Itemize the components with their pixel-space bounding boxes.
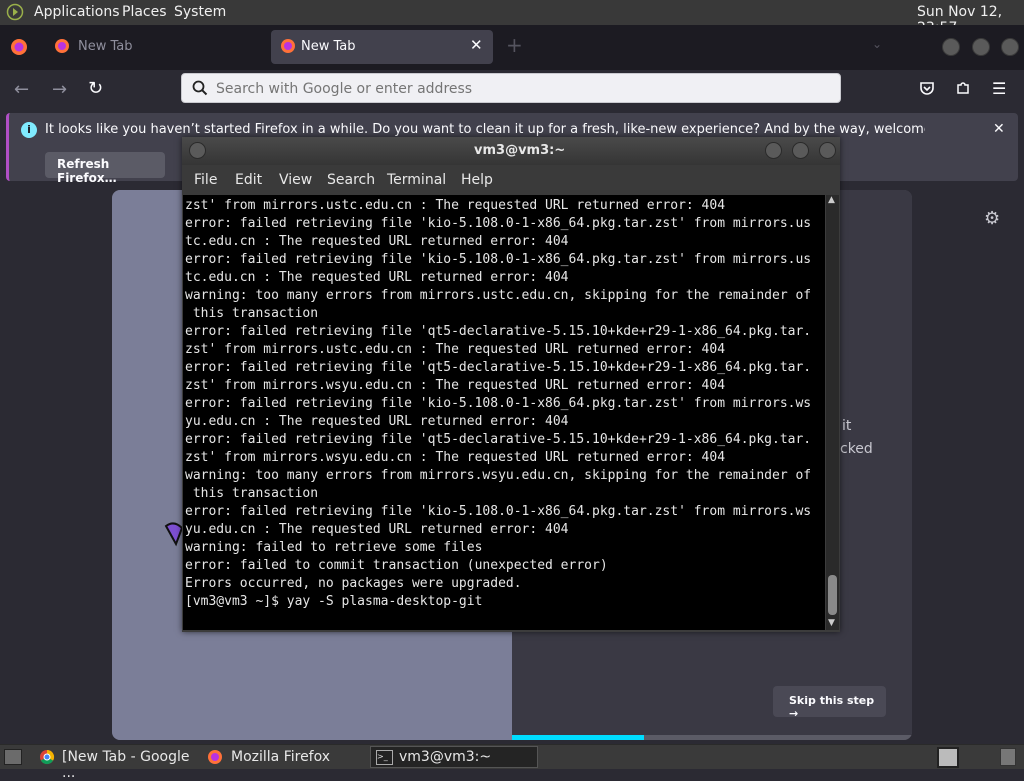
gnome-foot-icon[interactable] (6, 3, 24, 21)
new-tab-plus-icon[interactable]: + (506, 33, 523, 57)
info-icon: i (21, 122, 37, 138)
menu-file[interactable]: File (194, 172, 217, 188)
terminal-icon: >_ (376, 750, 393, 765)
terminal-line: error: failed retrieving file 'kio-5.108… (185, 216, 812, 231)
skip-label: Skip this step → (789, 694, 875, 720)
terminal-line: error: failed to commit transaction (une… (185, 558, 608, 573)
maximize-window-icon[interactable] (972, 38, 990, 56)
terminal-line: tc.edu.cn : The requested URL returned e… (185, 234, 569, 249)
tab-new-tab-inactive[interactable]: New Tab (44, 30, 268, 64)
chrome-icon (39, 749, 55, 765)
firefox-icon (54, 38, 70, 54)
terminal-line: error: failed retrieving file 'qt5-decla… (185, 360, 812, 375)
taskbar-item-chrome[interactable]: [New Tab - Google ... (34, 746, 204, 781)
terminal-line: error: failed retrieving file 'qt5-decla… (185, 324, 812, 339)
taskbar-item-firefox[interactable]: Mozilla Firefox (204, 746, 370, 768)
welcome-text-fragment: cked (840, 441, 873, 457)
menu-search[interactable]: Search (327, 172, 375, 188)
terminal-line: this transaction (185, 486, 319, 501)
minimize-window-icon[interactable] (765, 142, 782, 159)
terminal-line: zst' from mirrors.ustc.edu.cn : The requ… (185, 198, 726, 213)
terminal-line: zst' from mirrors.wsyu.edu.cn : The requ… (185, 378, 726, 393)
scroll-down-arrow-icon[interactable]: ▼ (828, 618, 835, 628)
terminal-title: vm3@vm3:~ (474, 143, 566, 158)
refresh-firefox-label: Refresh Firefox… (57, 157, 117, 185)
menu-terminal[interactable]: Terminal (387, 172, 446, 188)
terminal-line: Errors occurred, no packages were upgrad… (185, 576, 522, 591)
terminal-line: [vm3@vm3 ~]$ yay -S plasma-desktop-git (185, 594, 483, 609)
top-panel: Applications Places System Sun Nov 12, 2… (0, 0, 1024, 36)
system-menu[interactable]: System (174, 4, 226, 20)
terminal-line: error: failed retrieving file 'kio-5.108… (185, 252, 812, 267)
progress-track (512, 735, 912, 740)
terminal-line: error: failed retrieving file 'kio-5.108… (185, 504, 812, 519)
firefox-icon (280, 38, 296, 54)
search-icon (192, 80, 208, 96)
menu-edit[interactable]: Edit (235, 172, 262, 188)
taskbar-item-terminal[interactable]: >_ vm3@vm3:~ (370, 746, 538, 768)
trash-icon[interactable] (1000, 748, 1016, 766)
tab-new-tab-active[interactable]: New Tab ✕ (271, 30, 493, 64)
settings-gear-icon[interactable]: ⚙ (984, 208, 1000, 229)
close-window-icon[interactable] (819, 142, 836, 159)
taskbar-item-label: Mozilla Firefox (231, 749, 331, 765)
terminal-line: yu.edu.cn : The requested URL returned e… (185, 522, 569, 537)
terminal-line: warning: failed to retrieve some files (185, 540, 483, 555)
extensions-puzzle-icon[interactable] (955, 80, 971, 96)
list-all-tabs-icon[interactable]: ⌄ (872, 37, 882, 51)
terminal-window: vm3@vm3:~ File Edit View Search Terminal… (182, 137, 840, 632)
notification-message: It looks like you haven’t started Firefo… (45, 122, 925, 137)
terminal-line: zst' from mirrors.ustc.edu.cn : The requ… (185, 342, 726, 357)
refresh-firefox-button[interactable]: Refresh Firefox… (45, 152, 165, 185)
terminal-line: this transaction (185, 306, 319, 321)
applications-menu[interactable]: Applications (34, 4, 120, 20)
menu-view[interactable]: View (279, 172, 312, 188)
firefox-icon (207, 749, 223, 765)
terminal-line: zst' from mirrors.wsyu.edu.cn : The requ… (185, 450, 726, 465)
address-bar[interactable] (181, 73, 841, 103)
terminal-line: yu.edu.cn : The requested URL returned e… (185, 414, 569, 429)
close-tab-icon[interactable]: ✕ (470, 36, 483, 54)
maximize-window-icon[interactable] (792, 142, 809, 159)
scroll-up-arrow-icon[interactable]: ▲ (828, 195, 835, 205)
tab-label: New Tab (301, 39, 356, 54)
show-desktop-icon[interactable] (4, 749, 22, 765)
terminal-titlebar[interactable]: vm3@vm3:~ (182, 137, 840, 165)
terminal-lines: zst' from mirrors.ustc.edu.cn : The requ… (185, 197, 825, 611)
terminal-line: warning: too many errors from mirrors.us… (185, 288, 812, 303)
close-notification-icon[interactable]: ✕ (993, 121, 1005, 137)
minimize-window-icon[interactable] (942, 38, 960, 56)
terminal-line: warning: too many errors from mirrors.ws… (185, 468, 812, 483)
terminal-line: error: failed retrieving file 'kio-5.108… (185, 396, 812, 411)
scrollbar-thumb[interactable] (828, 575, 837, 615)
window-menu-icon[interactable] (189, 142, 206, 159)
terminal-cursor (491, 593, 499, 608)
taskbar-item-label: vm3@vm3:~ (399, 749, 492, 765)
terminal-line: error: failed retrieving file 'qt5-decla… (185, 432, 812, 447)
terminal-scrollbar[interactable]: ▲ ▼ (826, 195, 839, 630)
terminal-line: tc.edu.cn : The requested URL returned e… (185, 270, 569, 285)
back-arrow-icon[interactable]: ← (14, 79, 29, 100)
firefox-tab-bar: New Tab New Tab ✕ + ⌄ (0, 25, 1024, 70)
workspace-switcher-icon[interactable] (937, 747, 959, 768)
bottom-taskbar: [New Tab - Google ... Mozilla Firefox >_… (0, 744, 1024, 781)
progress-fill (512, 735, 644, 740)
skip-this-step-button[interactable]: Skip this step → (773, 686, 886, 720)
tab-label: New Tab (78, 39, 133, 54)
firefox-menu-icon[interactable] (10, 38, 28, 56)
welcome-text-fragment: it (842, 418, 852, 434)
menu-help[interactable]: Help (461, 172, 493, 188)
forward-arrow-icon[interactable]: → (52, 79, 67, 100)
hamburger-menu-icon[interactable]: ☰ (992, 79, 1006, 98)
terminal-menubar: File Edit View Search Terminal Help (182, 165, 840, 195)
reload-icon[interactable]: ↻ (88, 78, 103, 99)
close-window-icon[interactable] (1001, 38, 1019, 56)
address-input[interactable] (214, 78, 818, 100)
places-menu[interactable]: Places (122, 4, 167, 20)
terminal-output[interactable]: zst' from mirrors.ustc.edu.cn : The requ… (183, 195, 825, 630)
taskbar-item-label: [New Tab - Google ... (62, 749, 190, 781)
pocket-icon[interactable] (919, 80, 935, 96)
